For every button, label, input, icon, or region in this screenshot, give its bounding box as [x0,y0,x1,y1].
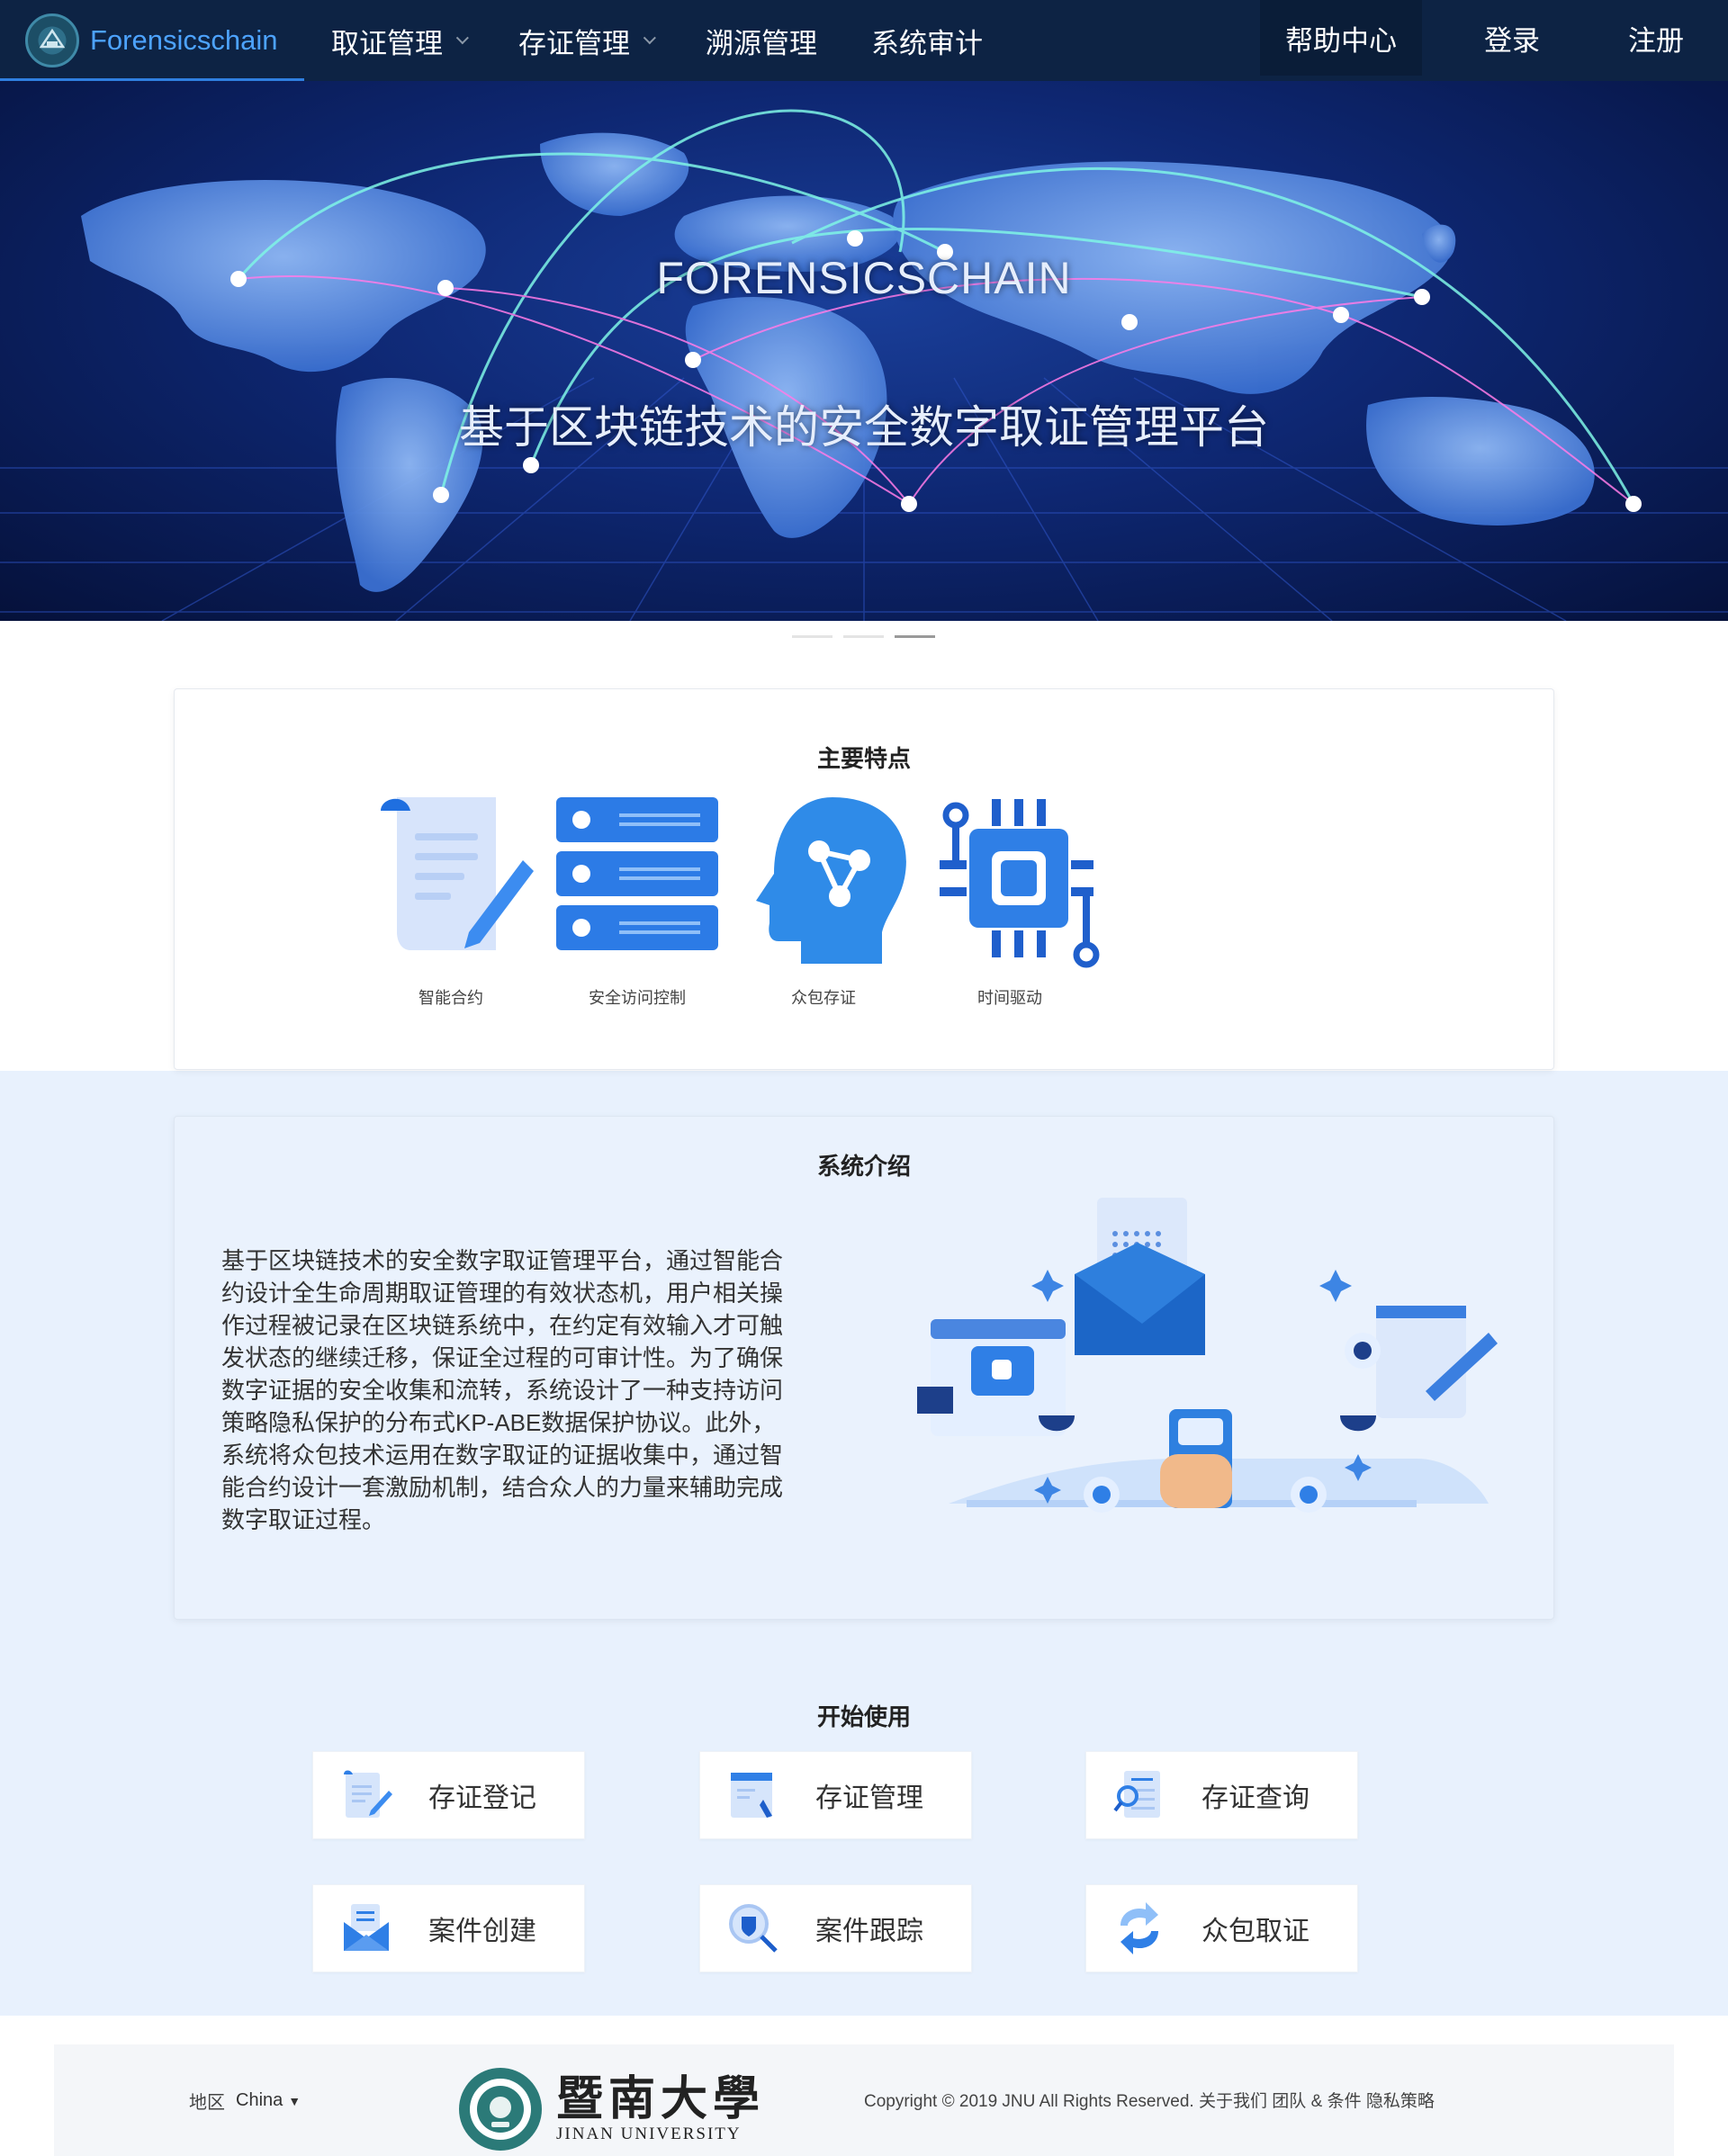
menu-label: 存证管理 [518,27,630,59]
contract-icon [381,797,534,950]
start-title: 开始使用 [816,1703,911,1730]
feature-time-driven: 时间驱动 [920,788,1100,1009]
manage-doc-icon [731,1773,772,1818]
hero-banner: FORENSICSCHAIN 基于区块链技术的安全数字取证管理平台 [0,81,1728,621]
tile-label: 众包取证 [1202,1917,1310,1946]
menu-forensics-management[interactable]: 取证管理 [304,0,491,81]
tile-label: 案件创建 [428,1917,536,1946]
footer-link-privacy[interactable]: 隐私策略 [1366,2092,1435,2111]
hero-title: FORENSICSCHAIN [656,253,1072,303]
region-dropdown[interactable]: China ▼ [236,2090,301,2111]
footer-ampersand: & [1310,2092,1323,2111]
tile-label: 存证登记 [428,1783,536,1813]
carousel-dot-3[interactable] [895,635,935,638]
tile-evidence-query[interactable]: 存证查询 [1085,1751,1358,1839]
feature-label: 时间驱动 [977,989,1042,1007]
menu-traceability[interactable]: 溯源管理 [679,0,844,81]
help-center-button[interactable]: 帮助中心 [1260,0,1422,76]
caret-down-icon: ▼ [288,2094,302,2108]
menu-label: 溯源管理 [706,27,817,59]
feature-label: 众包存证 [791,989,856,1007]
university-name-en: JINAN UNIVERSITY [556,2125,742,2143]
footer-link-about[interactable]: 关于我们 [1199,2092,1267,2111]
carousel-indicators [792,635,935,638]
university-logo: 暨南大學 JINAN UNIVERSITY [457,2066,765,2152]
search-doc-icon [1113,1771,1160,1818]
tile-evidence-register[interactable]: 存证登记 [312,1751,585,1839]
chevron-down-icon [455,31,469,45]
footer-link-terms[interactable]: 条件 [1328,2092,1362,2111]
intro-title: 系统介绍 [816,1153,911,1180]
chip-icon [940,799,1100,968]
create-case-icon [344,1904,389,1951]
region-label: 地区 [189,2093,225,2113]
main-menu: 取证管理 存证管理 溯源管理 系统审计 [304,0,1010,81]
system-intro-card: 系统介绍 基于区块链技术的安全数字取证管理平台，通过智能合约设计全生命周期取证管… [174,1116,1554,1620]
tile-evidence-manage[interactable]: 存证管理 [699,1751,972,1839]
menu-evidence-management[interactable]: 存证管理 [491,0,679,81]
footer-link-team[interactable]: 团队 [1272,2092,1306,2111]
intro-text: 基于区块链技术的安全数字取证管理平台，通过智能合约设计全生命周期取证管理的有效状… [221,1247,784,1533]
feature-access-control: 安全访问控制 [547,788,727,1009]
track-case-icon [729,1904,778,1953]
region-selector: 地区 China ▼ [189,2088,301,2114]
tile-label: 存证查询 [1202,1783,1310,1813]
feature-smart-contract: 智能合约 [361,788,541,1009]
feature-label: 智能合约 [418,989,483,1007]
tile-case-track[interactable]: 案件跟踪 [699,1884,972,1972]
menu-label: 取证管理 [331,27,443,59]
brand-home-link[interactable]: Forensicschain [0,0,304,81]
brain-icon [756,797,906,964]
feature-label: 安全访问控制 [589,989,686,1007]
brand-logo-icon [25,13,79,67]
crowd-icon [1120,1902,1158,1954]
login-button[interactable]: 登录 [1440,0,1584,76]
tile-case-create[interactable]: 案件创建 [312,1884,585,1972]
tile-crowd-forensics[interactable]: 众包取证 [1085,1884,1358,1972]
feature-crowdsourced-evidence: 众包存证 [734,788,914,1009]
region-value: China [236,2090,284,2110]
footer: 地区 China ▼ 暨南大學 JINAN UNIVERSITY Copyrigh… [54,2044,1674,2156]
hero-subtitle: 基于区块链技术的安全数字取证管理平台 [459,402,1269,453]
tile-label: 存证管理 [815,1783,923,1813]
register-doc-icon [344,1770,392,1818]
menu-label: 系统审计 [871,27,983,59]
brand-name: Forensicschain [90,24,278,56]
server-icon [556,797,718,950]
chevron-down-icon [643,31,656,45]
carousel-dot-1[interactable] [792,635,832,638]
university-name-cn: 暨南大學 [556,2071,766,2126]
university-seal-icon [459,2068,542,2151]
nav-actions: 帮助中心 登录 注册 [1260,0,1728,81]
copyright-line: Copyright © 2019 JNU All Rights Reserved… [864,2088,1435,2112]
copyright-text: Copyright © 2019 JNU All Rights Reserved… [864,2092,1194,2111]
carousel-dot-2[interactable] [843,635,884,638]
register-button[interactable]: 注册 [1584,0,1728,76]
top-navbar: Forensicschain 取证管理 存证管理 溯源管理 系统审计 帮助中心 … [0,0,1728,81]
tile-label: 案件跟踪 [815,1917,923,1946]
features-title: 主要特点 [816,745,911,772]
world-map-background [0,109,1728,621]
intro-illustration [917,1198,1498,1513]
menu-system-audit[interactable]: 系统审计 [844,0,1010,81]
features-card: 主要特点 智能合约 安全访问控制 众包存证 时间驱动 [174,688,1554,1070]
